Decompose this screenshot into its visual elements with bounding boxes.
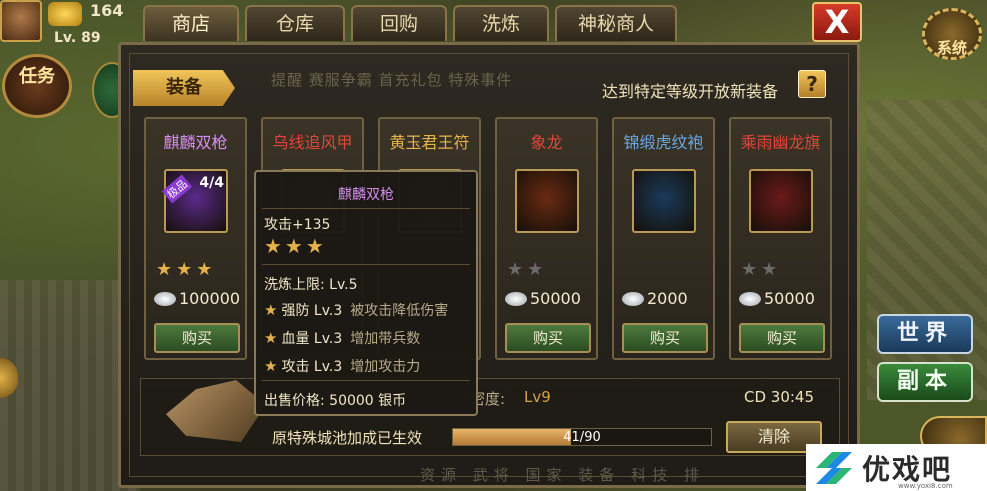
buy-button[interactable]: 购买 [505, 323, 591, 353]
effect-name: 血量 Lv.3 [281, 331, 343, 347]
tooltip-stars: ★★★ [264, 234, 327, 258]
item-name: 乘雨幽龙旗 [740, 133, 821, 152]
buy-button[interactable]: 购买 [739, 323, 825, 353]
progress-bar: 41/90 [452, 428, 712, 446]
item-price-value: 50000 [764, 289, 815, 308]
item-price: 2000 [622, 289, 688, 308]
item-card[interactable]: 麒麟双枪极品 4/4 ★★★ 100000 购买 [144, 117, 247, 360]
item-stars: ★★★ [156, 259, 217, 280]
player-level: Lv. 89 [54, 30, 101, 46]
buy-button[interactable]: 购买 [154, 323, 240, 353]
robe-icon[interactable] [632, 169, 696, 233]
effect-desc: 被攻击降低伤害 [350, 303, 449, 319]
gold-ingot-icon [48, 2, 82, 26]
tooltip-title: 麒麟双枪 [338, 187, 394, 203]
silver-ingot-icon [505, 291, 527, 306]
gold-amount: 164 [90, 1, 124, 20]
background-hint: 提醒 赛服争霸 首充礼包 特殊事件 [271, 71, 513, 89]
close-button[interactable]: X [812, 2, 862, 42]
banner-icon[interactable] [749, 169, 813, 233]
tab-shop[interactable]: 商店 [143, 5, 239, 41]
star-icon: ★ [264, 301, 278, 319]
star-icon: ★ [264, 329, 278, 347]
item-card[interactable]: 锦缎虎纹袍 2000 购买 [612, 117, 715, 360]
effect-desc: 增加带兵数 [350, 331, 421, 347]
bottom-nav-faded: 资源 武将 国家 装备 科技 排 [420, 466, 705, 484]
tooltip-divider [262, 264, 470, 265]
unlock-hint: 达到特定等级开放新装备 [602, 82, 779, 101]
tooltip-sell-price: 出售价格: 50000 银币 [264, 393, 407, 409]
buy-button[interactable]: 购买 [622, 323, 708, 353]
twin-spear-icon[interactable]: 极品 4/4 [161, 169, 228, 233]
progress-text: 41/90 [563, 430, 601, 445]
tooltip-effect: ★ 强防 Lv.3 被攻击降低伤害 [264, 300, 448, 320]
equipment-category-tag[interactable]: 装备 [133, 70, 235, 106]
effect-desc: 增加攻击力 [350, 359, 421, 375]
cooldown-timer: CD 30:45 [744, 388, 815, 406]
world-button[interactable]: 世界 [877, 314, 973, 354]
item-stars: ★★ [741, 259, 782, 280]
item-name: 象龙 [530, 133, 563, 152]
effect-name: 攻击 Lv.3 [281, 359, 343, 375]
help-button[interactable]: ? [798, 70, 826, 98]
city-bonus-text: 原特殊城池加成已生效 [272, 429, 423, 447]
tab-warehouse[interactable]: 仓库 [245, 5, 345, 41]
quality-badge: 极品 [161, 174, 193, 204]
item-price: 50000 [505, 289, 581, 308]
effect-name: 强防 Lv.3 [281, 303, 343, 319]
tab-mystery-merchant[interactable]: 神秘商人 [555, 5, 677, 41]
system-label: 系统 [936, 39, 967, 57]
silver-ingot-icon [622, 291, 644, 306]
item-name: 乌线追风甲 [272, 133, 353, 152]
dungeon-button[interactable]: 副本 [877, 362, 973, 402]
item-price-value: 50000 [530, 289, 581, 308]
tab-bar: 商店 仓库 回购 洗炼 神秘商人 [143, 5, 677, 41]
watermark-url: www.yoxi8.com [898, 482, 953, 490]
tooltip-effect: ★ 攻击 Lv.3 增加攻击力 [264, 356, 420, 376]
watermark-logo-icon [816, 451, 852, 484]
tooltip-attack: 攻击+135 [264, 217, 331, 233]
system-gear-button[interactable]: 系统 [922, 8, 982, 60]
silver-ingot-icon [154, 291, 176, 306]
item-price: 100000 [154, 289, 240, 308]
tab-buyback[interactable]: 回购 [351, 5, 447, 41]
item-price-value: 2000 [647, 289, 688, 308]
silver-ingot-icon [739, 291, 761, 306]
item-count: 4/4 [199, 175, 224, 191]
item-price-value: 100000 [179, 289, 241, 308]
item-price: 50000 [739, 289, 815, 308]
task-label: 任务 [19, 66, 55, 87]
tooltip-refine-limit: 洗炼上限: Lv.5 [264, 277, 358, 293]
horse-icon[interactable] [515, 169, 579, 233]
tooltip-divider [262, 208, 470, 209]
item-card[interactable]: 乘雨幽龙旗 ★★ 50000 购买 [729, 117, 832, 360]
density-level: Lv9 [524, 388, 551, 406]
city-wall-background-right [867, 100, 987, 400]
star-icon: ★ [264, 357, 278, 375]
tooltip-divider [262, 380, 470, 381]
tab-refine[interactable]: 洗炼 [453, 5, 549, 41]
site-watermark: 优戏吧 www.yoxi8.com [806, 444, 987, 491]
item-card[interactable]: 象龙 ★★ 50000 购买 [495, 117, 598, 360]
item-stars: ★★ [507, 259, 548, 280]
tooltip-effect: ★ 血量 Lv.3 增加带兵数 [264, 328, 420, 348]
item-name: 黄玉君王符 [389, 133, 470, 152]
item-name: 麒麟双枪 [163, 133, 228, 152]
player-avatar[interactable] [0, 0, 42, 42]
task-button[interactable]: 任务 [2, 54, 72, 118]
item-name: 锦缎虎纹袍 [623, 133, 704, 152]
item-tooltip: 麒麟双枪 攻击+135 ★★★ 洗炼上限: Lv.5 ★ 强防 Lv.3 被攻击降低… [254, 170, 478, 416]
